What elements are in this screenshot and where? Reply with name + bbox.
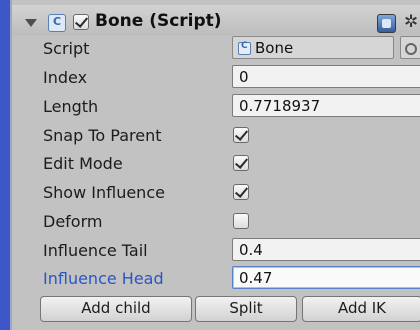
component-enabled-checkbox[interactable] <box>73 14 89 30</box>
gear-icon[interactable]: ✲ <box>404 14 420 31</box>
show-influence-label: Show Influence <box>43 183 165 202</box>
row-deform: Deform <box>12 208 420 236</box>
object-picker-icon[interactable] <box>400 36 420 59</box>
row-influence-tail: Influence Tail 0.4 <box>12 237 420 265</box>
row-edit-mode: Edit Mode <box>12 150 420 178</box>
length-label: Length <box>43 97 99 116</box>
show-influence-checkbox[interactable] <box>233 184 249 200</box>
script-label: Script <box>43 39 90 58</box>
row-influence-head: Influence Head 0.47 <box>12 265 420 293</box>
split-button[interactable]: Split <box>195 296 297 322</box>
edit-mode-checkbox[interactable] <box>233 155 249 171</box>
deform-checkbox[interactable] <box>233 213 249 229</box>
script-file-icon <box>238 41 251 55</box>
row-script: Script Bone <box>12 35 420 63</box>
script-value: Bone <box>255 39 294 57</box>
influence-tail-label: Influence Tail <box>43 241 148 260</box>
index-label: Index <box>43 68 88 87</box>
component-header[interactable]: Bone (Script) ✲ <box>12 5 420 35</box>
csharp-script-icon <box>48 14 66 32</box>
influence-head-field[interactable]: 0.47 <box>232 266 420 289</box>
script-object-field[interactable]: Bone <box>232 36 394 59</box>
component-title: Bone (Script) <box>95 11 222 31</box>
snap-to-parent-label: Snap To Parent <box>43 126 162 145</box>
inspector-panel: Bone (Script) ✲ Script Bone Index 0 Leng… <box>12 0 420 330</box>
index-field[interactable]: 0 <box>232 65 420 88</box>
foldout-arrow-icon[interactable] <box>25 19 37 27</box>
help-book-icon[interactable] <box>377 14 396 33</box>
row-snap-to-parent: Snap To Parent <box>12 122 420 150</box>
add-child-button[interactable]: Add child <box>40 296 192 322</box>
row-index: Index 0 <box>12 64 420 92</box>
deform-label: Deform <box>43 212 103 231</box>
row-show-influence: Show Influence <box>12 179 420 207</box>
snap-to-parent-checkbox[interactable] <box>233 127 249 143</box>
add-ik-button[interactable]: Add IK <box>302 296 420 322</box>
edit-mode-label: Edit Mode <box>43 154 123 173</box>
influence-tail-field[interactable]: 0.4 <box>232 238 420 261</box>
length-field[interactable]: 0.7718937 <box>232 94 420 117</box>
row-length: Length 0.7718937 <box>12 93 420 121</box>
influence-head-label: Influence Head <box>43 269 164 288</box>
